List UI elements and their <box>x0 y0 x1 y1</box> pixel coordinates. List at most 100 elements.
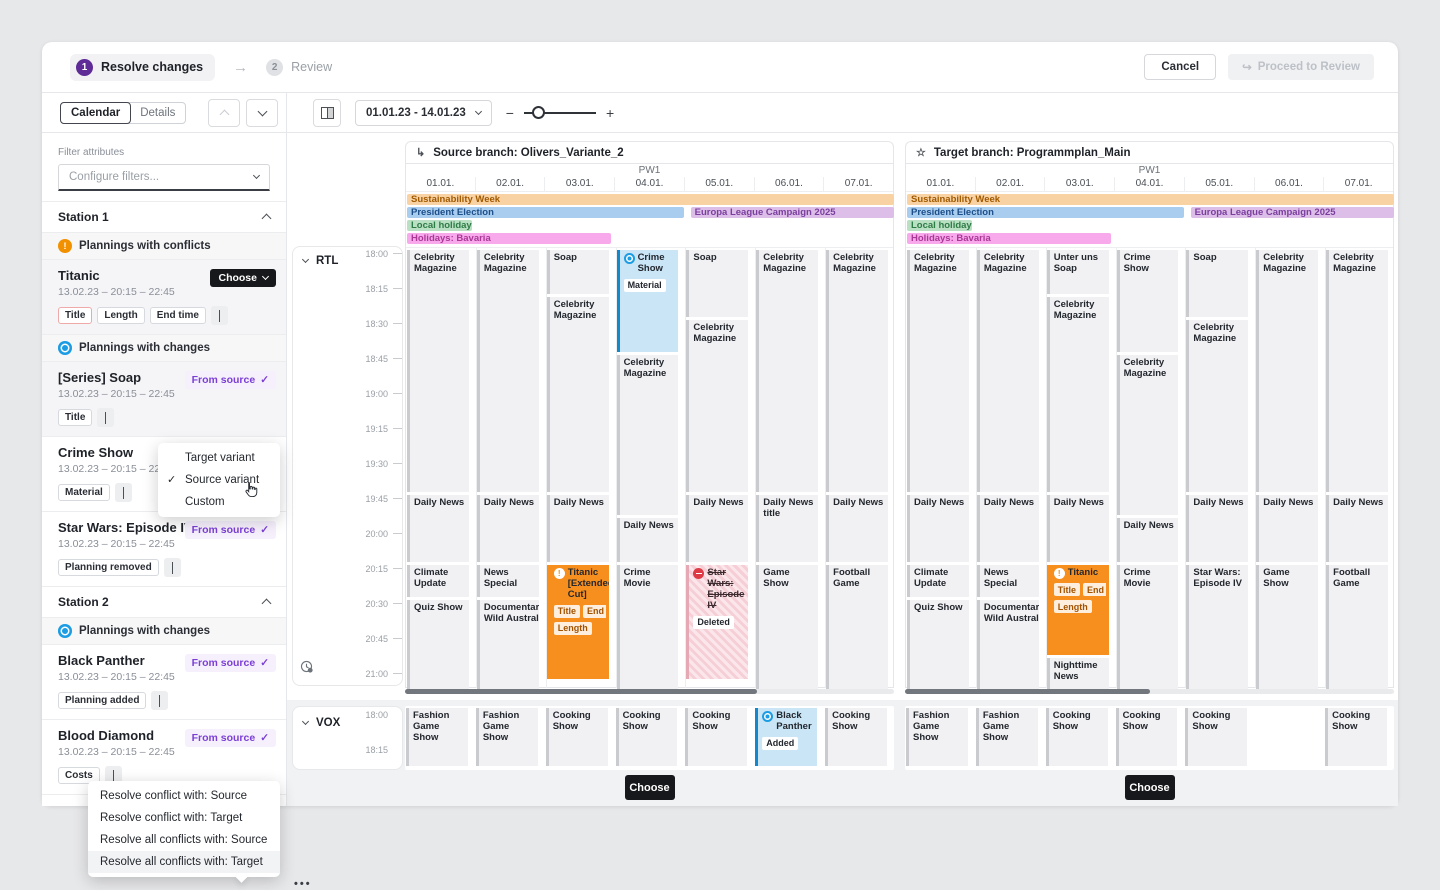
variant-menu-item[interactable]: Target variant <box>158 447 280 469</box>
calendar-event-normal[interactable]: Celebrity Magazine <box>686 320 748 492</box>
resolve-menu-item[interactable]: Resolve all conflicts with: Target <box>88 851 280 873</box>
calendar-event-normal[interactable]: Daily News <box>1186 495 1248 562</box>
calendar-event-normal[interactable]: Celebrity Magazine <box>407 250 469 492</box>
from-source-chip[interactable]: From source✓ <box>185 654 276 672</box>
campaign-banner[interactable]: Europa League Campaign 2025 <box>691 207 894 218</box>
calendar-event-normal[interactable]: Cooking Show <box>825 708 887 766</box>
calendar-event-normal[interactable]: Celebrity Magazine <box>977 250 1039 492</box>
calendar-event-normal[interactable]: Cooking Show <box>616 708 678 766</box>
calendar-event-normal[interactable]: Unter uns Soap <box>1047 250 1109 294</box>
calendar-event-normal[interactable]: Fashion Game Show <box>406 708 468 766</box>
calendar-event-normal[interactable]: Daily News <box>826 495 888 562</box>
calendar-event-deleted[interactable]: Star Wars: Episode IVDeleted <box>686 565 748 679</box>
more-tags-button[interactable] <box>211 306 228 325</box>
zoom-in-button[interactable]: + <box>606 105 614 121</box>
calendar-event-normal[interactable]: Crime Movie <box>617 565 679 690</box>
date-range-select[interactable]: 01.01.23 - 14.01.23 <box>355 100 492 126</box>
calendar-event-normal[interactable]: Celebrity Magazine <box>1186 320 1248 492</box>
calendar-event-normal[interactable]: Crime Show <box>1117 250 1179 352</box>
from-source-chip[interactable]: From source✓ <box>185 371 276 389</box>
calendar-event-normal[interactable]: Daily News <box>1117 518 1179 562</box>
calendar-event-normal[interactable]: Celebrity Magazine <box>1326 250 1388 492</box>
calendar-event-normal[interactable]: Cooking Show <box>1325 708 1387 766</box>
next-conflict-button[interactable] <box>246 99 278 127</box>
calendar-event-conflict[interactable]: !TitanicTitleEnd timeLength <box>1047 565 1109 655</box>
calendar-event-normal[interactable]: Daily News <box>1256 495 1318 562</box>
calendar-event-normal[interactable]: Daily News <box>1326 495 1388 562</box>
calendar-event-normal[interactable]: Daily News <box>686 495 748 562</box>
planning-card[interactable]: Star Wars: Episode IV13.02.23 – 20:15 – … <box>42 512 286 587</box>
calendar-event-normal[interactable]: Nighttime News <box>1047 658 1109 690</box>
calendar-event-normal[interactable]: Celebrity Magazine <box>1047 297 1109 492</box>
campaign-banner[interactable]: Holidays: Bavaria <box>907 233 1111 244</box>
calendar-event-normal[interactable]: Celebrity Magazine <box>547 297 609 492</box>
calendar-event-normal[interactable]: Star Wars: Episode IV <box>1186 565 1248 690</box>
calendar-event-normal[interactable]: Fashion Game Show <box>906 708 968 766</box>
resolve-menu-item[interactable]: Resolve all conflicts with: Source <box>88 829 280 851</box>
calendar-event-normal[interactable]: Daily News <box>547 495 609 562</box>
campaign-banner[interactable]: Local holiday:... <box>907 220 972 231</box>
scrollbar-thumb[interactable] <box>905 689 1150 694</box>
calendar-event-normal[interactable]: Football Game <box>826 565 888 690</box>
calendar-event-normal[interactable]: Documentary: Wild Australia <box>977 600 1039 690</box>
prev-conflict-button[interactable] <box>208 99 240 127</box>
calendar-event-normal[interactable]: Soap <box>1186 250 1248 317</box>
station-row-header[interactable]: VOX <box>303 717 340 729</box>
station-row-header[interactable]: RTL <box>303 255 338 267</box>
step-resolve-changes[interactable]: 1 Resolve changes <box>70 54 215 81</box>
calendar-event-normal[interactable]: Fashion Game Show <box>476 708 538 766</box>
scrollbar-thumb[interactable] <box>405 689 757 694</box>
more-tags-button[interactable] <box>151 691 168 710</box>
horizontal-scrollbar[interactable] <box>405 689 894 694</box>
calendar-event-normal[interactable]: Daily News <box>977 495 1039 562</box>
planning-card[interactable]: [Series] Soap13.02.23 – 20:15 – 22:45Fro… <box>42 362 286 437</box>
calendar-event-normal[interactable]: Climate Update <box>407 565 469 597</box>
calendar-event-normal[interactable]: Game Show <box>756 565 818 690</box>
calendar-event-normal[interactable]: Celebrity Magazine <box>1256 250 1318 492</box>
calendar-event-normal[interactable]: Cooking Show <box>1046 708 1108 766</box>
step-review[interactable]: 2 Review <box>266 59 332 76</box>
planning-card[interactable]: Titanic13.02.23 – 20:15 – 22:45ChooseTit… <box>42 260 286 335</box>
split-view-button[interactable] <box>313 99 341 127</box>
resolve-menu-item[interactable]: Resolve conflict with: Source <box>88 785 280 807</box>
calendar-event-normal[interactable]: Daily News <box>1047 495 1109 562</box>
calendar-event-normal[interactable]: Celebrity Magazine <box>907 250 969 492</box>
calendar-event-normal[interactable]: Soap <box>547 250 609 294</box>
calendar-event-normal[interactable]: Documentary: Wild Australia <box>477 600 539 690</box>
station-section-header[interactable]: Station 1 <box>42 202 286 233</box>
calendar-event-normal[interactable]: Game Show <box>1256 565 1318 690</box>
zoom-slider-knob[interactable] <box>532 106 545 119</box>
calendar-event-normal[interactable]: Quiz Show <box>407 600 469 690</box>
calendar-event-normal[interactable]: Daily News <box>907 495 969 562</box>
campaign-banner[interactable]: Europa League Campaign 2025 <box>1191 207 1394 218</box>
more-tags-button[interactable] <box>97 408 114 427</box>
campaign-banner[interactable]: Sustainability Week <box>407 194 894 205</box>
calendar-event-selected[interactable]: Crime ShowMaterial <box>617 250 679 352</box>
calendar-event-normal[interactable]: Fashion Game Show <box>976 708 1038 766</box>
configure-filters-select[interactable]: Configure filters... <box>58 164 270 191</box>
calendar-event-normal[interactable]: Daily News <box>407 495 469 562</box>
from-source-chip[interactable]: From source✓ <box>185 521 276 539</box>
more-tags-button[interactable] <box>164 558 181 577</box>
calendar-event-normal[interactable]: News Special <box>477 565 539 597</box>
zoom-slider-track[interactable] <box>524 112 596 114</box>
calendar-event-normal[interactable]: Celebrity Magazine <box>477 250 539 492</box>
calendar-event-selected[interactable]: Black PantherAdded <box>755 708 817 766</box>
calendar-event-normal[interactable]: Cooking Show <box>1185 708 1247 766</box>
calendar-event-normal[interactable]: Daily News <box>617 518 679 562</box>
calendar-event-normal[interactable]: Soap <box>686 250 748 317</box>
calendar-event-normal[interactable]: Cooking Show <box>685 708 747 766</box>
campaign-banner[interactable]: Holidays: Bavaria <box>407 233 611 244</box>
choose-target-button[interactable]: Choose <box>1125 775 1175 800</box>
resolve-menu-item[interactable]: Resolve conflict with: Target <box>88 807 280 829</box>
variant-menu-item[interactable]: ✓Source variant <box>158 469 280 491</box>
cancel-button[interactable]: Cancel <box>1144 54 1216 80</box>
campaign-banner[interactable]: President Election <box>907 207 1184 218</box>
campaign-banner[interactable]: President Election <box>407 207 684 218</box>
tab-calendar[interactable]: Calendar <box>60 102 131 124</box>
horizontal-scrollbar[interactable] <box>905 689 1394 694</box>
variant-menu-item[interactable]: Custom <box>158 491 280 513</box>
calendar-event-normal[interactable]: Daily News <box>477 495 539 562</box>
choose-source-button[interactable]: Choose <box>625 775 675 800</box>
proceed-to-review-button[interactable]: ↪ Proceed to Review <box>1228 54 1374 80</box>
